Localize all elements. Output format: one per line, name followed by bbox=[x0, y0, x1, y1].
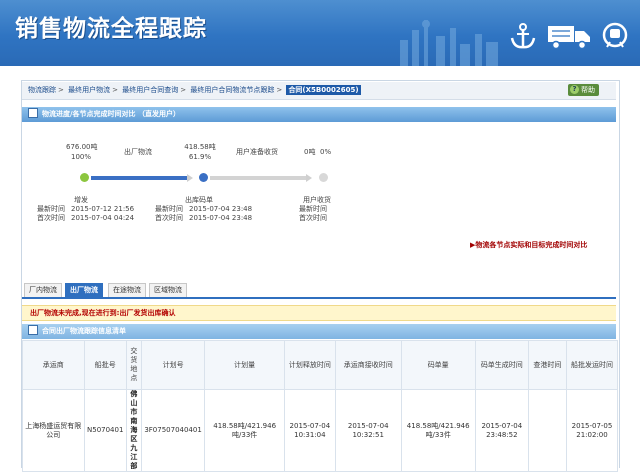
stage-5-percent: 0% bbox=[320, 148, 332, 156]
node-2-latest-label: 最新时间 bbox=[155, 205, 183, 213]
plan-release-time-cell: 2015-07-04 10:31:04 bbox=[283, 389, 336, 472]
node-1-first: 2015-07-04 04:24 bbox=[71, 214, 135, 222]
help-button[interactable]: ? 帮助 bbox=[568, 84, 599, 96]
anchor-icon bbox=[510, 23, 536, 49]
help-label: 帮助 bbox=[581, 86, 595, 94]
code-quantity-cell: 418.58吨/421.946吨/33件 bbox=[400, 389, 476, 472]
node-2-latest: 2015-07-04 23:48 bbox=[189, 205, 253, 213]
node-1-latest-label: 最新时间 bbox=[37, 205, 65, 213]
node-start-dot bbox=[80, 173, 89, 182]
train-icon bbox=[602, 22, 628, 48]
node-3-name: 用户收货 bbox=[303, 196, 331, 204]
column-header: 船批发运时间 bbox=[566, 340, 618, 390]
stage-1-amount: 676.00吨 bbox=[66, 143, 98, 151]
node-1-latest: 2015-07-12 21:56 bbox=[71, 205, 135, 213]
plan-quantity-cell: 418.58吨/421.946吨/33件 bbox=[204, 389, 285, 472]
delivery-place-cell: 佛山市南海区九江部 bbox=[125, 389, 142, 472]
node-end-dot bbox=[319, 173, 328, 182]
header-banner: 销售物流全程跟踪 bbox=[0, 0, 640, 66]
batch-cell: N5070401 bbox=[83, 389, 127, 472]
column-header: 船批号 bbox=[83, 340, 127, 390]
node-2-first-label: 首次时间 bbox=[155, 214, 183, 222]
column-header: 计划量 bbox=[204, 340, 285, 390]
breadcrumb-item[interactable]: 最终用户合同物流节点跟踪 bbox=[190, 86, 274, 94]
column-header: 承运商 bbox=[22, 340, 85, 390]
ship-time-cell: 2015-07-05 21:02:00 bbox=[566, 389, 618, 472]
help-icon: ? bbox=[570, 85, 579, 94]
tracking-table: 承运商 船批号 交货地点 计划号 计划量 计划释放时间 承运商接收时间 码单量 … bbox=[22, 340, 618, 472]
plan-number-cell: 3F07507040401 bbox=[140, 389, 206, 472]
column-header: 码单量 bbox=[400, 340, 476, 390]
column-header: 码单生成时间 bbox=[474, 340, 529, 390]
tab-regional[interactable]: 区域物流 bbox=[149, 283, 187, 297]
progress-track-2 bbox=[210, 176, 306, 180]
tab-factory[interactable]: 厂内物流 bbox=[24, 283, 62, 297]
column-header: 承运商接收时间 bbox=[334, 340, 402, 390]
stage-2-status: 出厂物流 bbox=[124, 148, 152, 156]
tab-in-transit[interactable]: 在途物流 bbox=[108, 283, 146, 297]
carrier-receive-time-cell: 2015-07-04 10:32:51 bbox=[334, 389, 402, 472]
code-create-time-cell: 2015-07-04 23:48:52 bbox=[474, 389, 529, 472]
truck-icon bbox=[548, 26, 590, 50]
list-section-header: 合同出厂物流跟踪信息清单 bbox=[22, 324, 616, 339]
node-2-name: 出库码单 bbox=[185, 196, 213, 204]
breadcrumb-item[interactable]: 最终用户物流 bbox=[68, 86, 110, 94]
node-2-first: 2015-07-04 23:48 bbox=[189, 214, 253, 222]
breadcrumb-item[interactable]: 物流跟踪 bbox=[28, 86, 56, 94]
stage-3-amount: 418.58吨 bbox=[184, 143, 216, 151]
compare-link[interactable]: ▶物流各节点实际和目标完成时间对比 bbox=[470, 240, 587, 250]
stage-3-percent: 61.9% bbox=[188, 153, 212, 161]
breadcrumb-item[interactable]: 最终用户合同查询 bbox=[122, 86, 178, 94]
compare-link-label: 物流各节点实际和目标完成时间对比 bbox=[475, 241, 588, 249]
breadcrumb-current: 合同(X5B0002605) bbox=[286, 85, 361, 95]
progress-arrow-1 bbox=[187, 174, 193, 182]
status-warning: 出厂物流未完成,现在进行到:出厂发货出库确认 bbox=[22, 305, 616, 321]
table-header-row: 承运商 船批号 交货地点 计划号 计划量 计划释放时间 承运商接收时间 码单量 … bbox=[22, 340, 618, 390]
progress-section-title: 物流进度/各节点完成时间对比 （直发用户） bbox=[42, 110, 180, 118]
list-section-title: 合同出厂物流跟踪信息清单 bbox=[42, 327, 126, 335]
progress-fill-1 bbox=[91, 176, 187, 180]
progress-section-header: 物流进度/各节点完成时间对比 （直发用户） bbox=[22, 107, 616, 122]
stage-1-percent: 100% bbox=[70, 153, 91, 161]
tab-outbound[interactable]: 出厂物流 bbox=[65, 283, 103, 297]
tab-bar: 厂内物流 出厂物流 在途物流 区域物流 bbox=[22, 283, 616, 299]
column-header: 交货地点 bbox=[125, 340, 142, 390]
breadcrumb: 物流跟踪 > 最终用户物流 > 最终用户合同查询 > 最终用户合同物流节点跟踪 > 合同… bbox=[22, 82, 616, 100]
port-check-time-cell bbox=[527, 389, 568, 472]
node-middle-dot bbox=[199, 173, 208, 182]
stage-4-status: 用户准备收货 bbox=[236, 148, 278, 156]
app-title: 销售物流全程跟踪 bbox=[15, 16, 207, 42]
table-row[interactable]: 上海杨盛运贸有限公司 N5070401 佛山市南海区九江部 3F07507040… bbox=[22, 389, 618, 472]
column-header: 计划释放时间 bbox=[283, 340, 336, 390]
carrier-cell: 上海杨盛运贸有限公司 bbox=[22, 389, 85, 472]
column-header: 计划号 bbox=[140, 340, 206, 390]
list-icon bbox=[28, 325, 38, 335]
document-icon bbox=[28, 108, 38, 118]
column-header: 查港时间 bbox=[527, 340, 568, 390]
node-3-latest-label: 最新时间 bbox=[299, 205, 327, 213]
progress-track-1 bbox=[91, 176, 187, 180]
node-3-first-label: 首次时间 bbox=[299, 214, 327, 222]
node-1-name: 增发 bbox=[74, 196, 88, 204]
status-warning-text: 出厂物流未完成,现在进行到:出厂发货出库确认 bbox=[30, 309, 176, 317]
node-1-first-label: 首次时间 bbox=[37, 214, 65, 222]
progress-arrow-2 bbox=[306, 174, 312, 182]
stage-5-amount: 0吨 bbox=[304, 148, 316, 156]
